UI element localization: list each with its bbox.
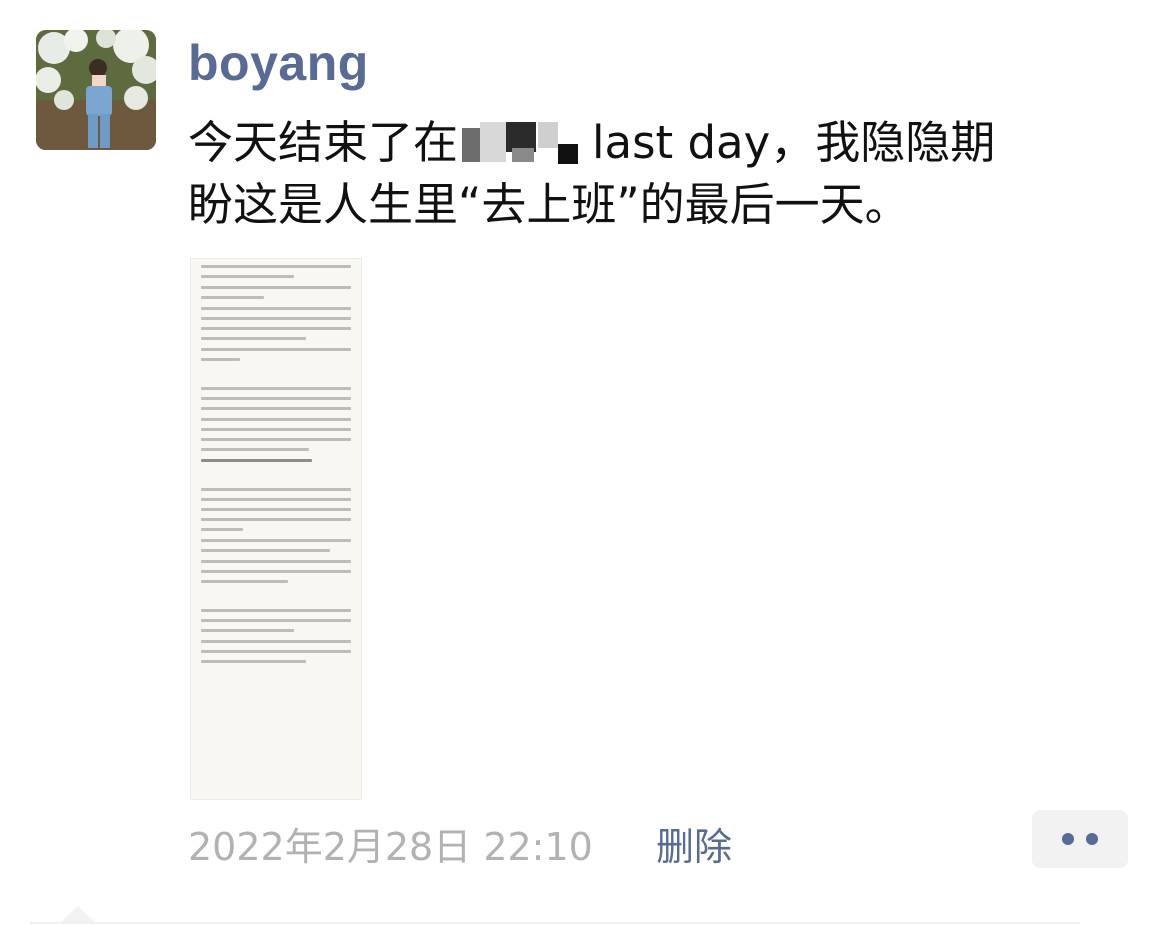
redaction-mosaic bbox=[462, 120, 588, 166]
more-dots-icon bbox=[1086, 833, 1098, 845]
post-text-after-redaction: last day，我隐隐期 bbox=[592, 116, 996, 169]
image-text-block bbox=[201, 387, 351, 410]
image-text-block bbox=[201, 348, 351, 361]
image-text-block bbox=[201, 286, 351, 299]
image-text-block bbox=[201, 418, 351, 451]
avatar[interactable] bbox=[36, 30, 156, 150]
avatar-photo bbox=[36, 30, 156, 150]
delete-button[interactable]: 删除 bbox=[656, 816, 732, 871]
more-dots-icon bbox=[1062, 833, 1074, 845]
post-text-line-1: 今天结束了在 last day，我隐隐期 bbox=[188, 112, 1128, 174]
image-text-block bbox=[201, 539, 351, 552]
image-text-block bbox=[201, 640, 351, 663]
image-text-block bbox=[201, 609, 351, 632]
post-text-before-redaction: 今天结束了在 bbox=[188, 116, 459, 169]
image-text-block bbox=[201, 560, 351, 583]
post-text: 今天结束了在 last day，我隐隐期 盼这是人生里“去上班”的最后一天。 bbox=[188, 112, 1128, 236]
comment-area-caret bbox=[60, 906, 96, 923]
image-text-block bbox=[201, 459, 351, 462]
post-text-line-2: 盼这是人生里“去上班”的最后一天。 bbox=[188, 178, 910, 231]
image-text-block bbox=[201, 307, 351, 340]
post-timestamp: 2022年2月28日 22:10 bbox=[188, 825, 593, 869]
post-image-thumbnail[interactable] bbox=[190, 258, 362, 800]
image-text-block bbox=[201, 488, 351, 531]
more-actions-button[interactable] bbox=[1032, 810, 1128, 868]
username-link[interactable]: boyang bbox=[188, 34, 369, 92]
image-text-block bbox=[201, 265, 351, 278]
divider bbox=[30, 922, 1080, 924]
